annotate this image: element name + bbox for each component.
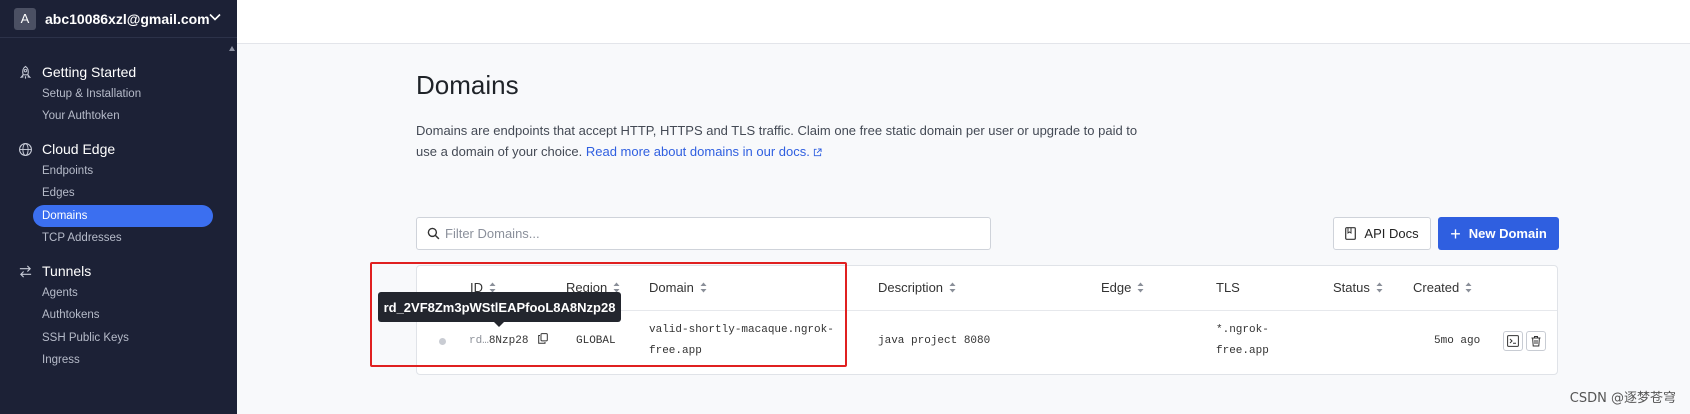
external-link-icon bbox=[813, 148, 822, 157]
section-head-tunnels[interactable]: Tunnels bbox=[0, 260, 237, 282]
scroll-up-arrow-icon[interactable] bbox=[229, 46, 235, 51]
api-docs-label: API Docs bbox=[1364, 226, 1419, 241]
sidebar-item-agents[interactable]: Agents bbox=[0, 282, 237, 304]
sidebar-item-endpoints[interactable]: Endpoints bbox=[0, 160, 237, 182]
column-label: TLS bbox=[1216, 280, 1240, 295]
section-title: Cloud Edge bbox=[42, 141, 116, 157]
column-header-description[interactable]: Description bbox=[878, 280, 956, 295]
section-tunnels: Tunnels Agents Authtokens SSH Public Key… bbox=[0, 260, 237, 371]
book-icon bbox=[1345, 227, 1357, 240]
section-title: Getting Started bbox=[42, 64, 137, 80]
chevron-down-icon bbox=[209, 13, 221, 21]
search-icon bbox=[427, 227, 440, 240]
section-getting-started: Getting Started Setup & Installation You… bbox=[0, 61, 237, 128]
sort-icon bbox=[1376, 282, 1383, 293]
sort-icon bbox=[949, 282, 956, 293]
sidebar-item-edges[interactable]: Edges bbox=[0, 182, 237, 204]
watermark: CSDN @逐梦苍穹 bbox=[1569, 391, 1676, 406]
sidebar-item-ssh-public-keys[interactable]: SSH Public Keys bbox=[0, 327, 237, 349]
account-switcher[interactable]: A abc10086xzl@gmail.com bbox=[0, 0, 237, 38]
tls-line: *.ngrok- bbox=[1216, 324, 1269, 336]
plus-icon: + bbox=[1450, 223, 1461, 244]
column-header-created[interactable]: Created bbox=[1413, 280, 1472, 295]
terminal-icon bbox=[1507, 335, 1519, 347]
open-terminal-button[interactable] bbox=[1503, 331, 1523, 351]
column-header-edge[interactable]: Edge bbox=[1101, 280, 1144, 295]
filter-domains-field[interactable] bbox=[416, 217, 991, 250]
created-cell: 5mo ago bbox=[1434, 335, 1481, 347]
rocket-icon bbox=[19, 65, 32, 79]
column-header-status[interactable]: Status bbox=[1333, 280, 1383, 295]
section-title: Tunnels bbox=[42, 263, 92, 279]
top-bar bbox=[237, 0, 1690, 44]
column-header-tls: TLS bbox=[1216, 280, 1240, 295]
sidebar-item-tcp-addresses[interactable]: TCP Addresses bbox=[0, 227, 237, 249]
page-title: Domains bbox=[416, 70, 519, 100]
filter-domains-input[interactable] bbox=[445, 226, 965, 241]
column-label: Created bbox=[1413, 280, 1460, 295]
new-domain-label: New Domain bbox=[1468, 226, 1547, 241]
tls-cell: *.ngrok- free.app bbox=[1216, 320, 1269, 362]
account-email: abc10086xzl@gmail.com bbox=[45, 10, 210, 27]
section-head-getting-started[interactable]: Getting Started bbox=[0, 61, 237, 83]
sidebar-item-ingress[interactable]: Ingress bbox=[0, 349, 237, 371]
sidebar-item-setup-installation[interactable]: Setup & Installation bbox=[0, 83, 237, 105]
column-label: Status bbox=[1333, 280, 1370, 295]
tls-line: free.app bbox=[1216, 345, 1269, 357]
sort-icon bbox=[1465, 282, 1472, 293]
delete-domain-button[interactable] bbox=[1526, 331, 1546, 351]
sidebar: A abc10086xzl@gmail.com Getting Started … bbox=[0, 0, 237, 414]
arrows-swap-icon bbox=[19, 264, 32, 278]
section-cloud-edge: Cloud Edge Endpoints Edges Domains TCP A… bbox=[0, 138, 237, 249]
annotation-highlight-box bbox=[370, 262, 847, 367]
new-domain-button[interactable]: + New Domain bbox=[1438, 217, 1559, 250]
page-description: Domains are endpoints that accept HTTP, … bbox=[416, 120, 1156, 162]
docs-link[interactable]: Read more about domains in our docs. bbox=[586, 144, 822, 159]
sort-icon bbox=[1137, 282, 1144, 293]
globe-icon bbox=[19, 142, 32, 156]
column-label: Edge bbox=[1101, 280, 1132, 295]
trash-icon bbox=[1531, 336, 1541, 347]
column-label: Description bbox=[878, 280, 944, 295]
description-cell: java project 8080 bbox=[878, 335, 991, 347]
avatar: A bbox=[14, 7, 36, 30]
sidebar-item-domains[interactable]: Domains bbox=[33, 204, 213, 227]
sidebar-item-your-authtoken[interactable]: Your Authtoken bbox=[0, 105, 237, 127]
section-head-cloud-edge[interactable]: Cloud Edge bbox=[0, 138, 237, 160]
docs-link-label: Read more about domains in our docs. bbox=[585, 144, 810, 159]
sidebar-item-authtokens[interactable]: Authtokens bbox=[0, 304, 237, 326]
api-docs-button[interactable]: API Docs bbox=[1333, 217, 1431, 250]
